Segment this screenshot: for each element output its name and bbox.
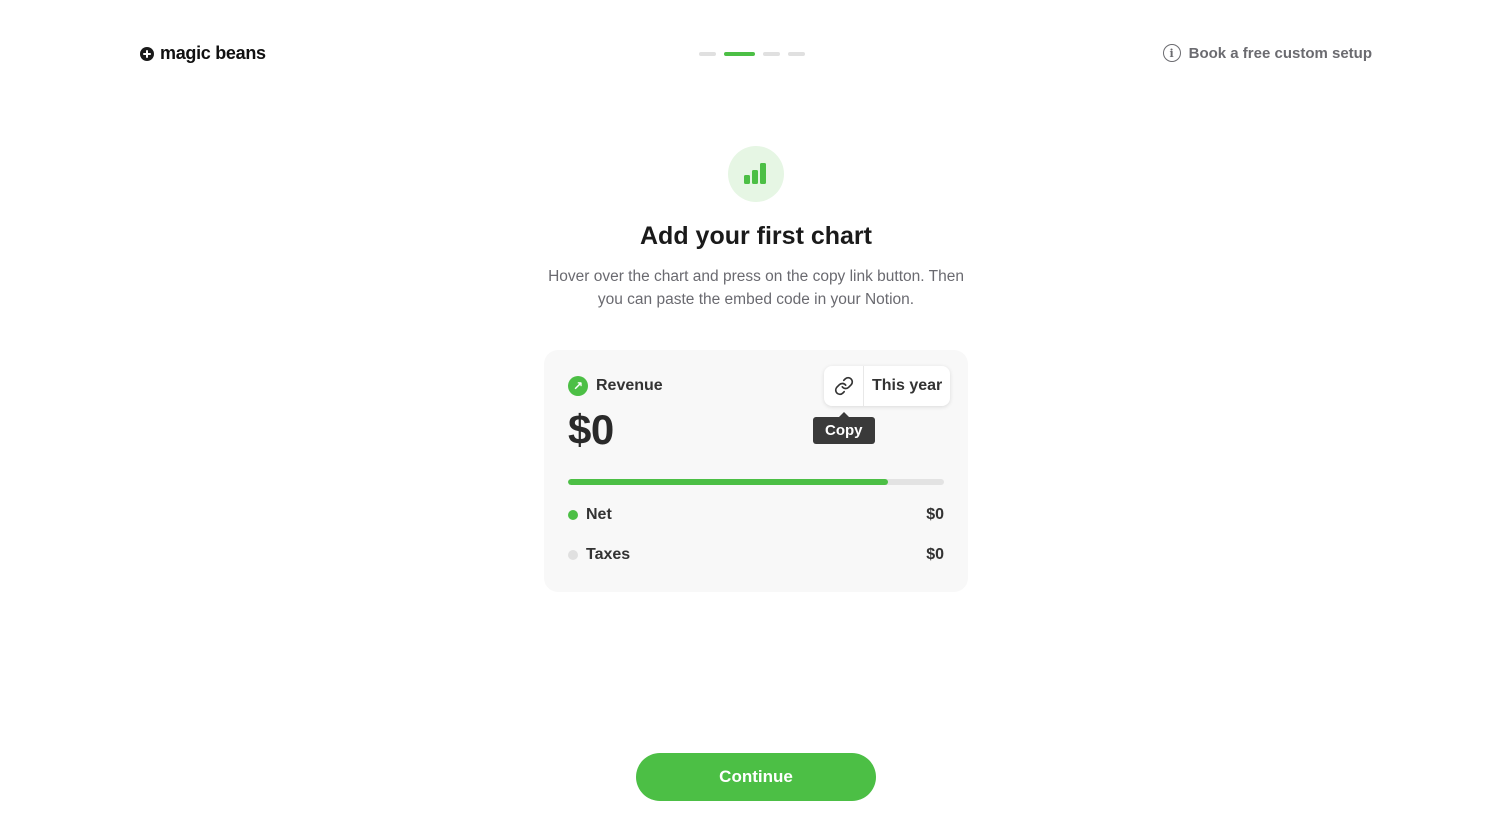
legend-row-taxes: Taxes $0	[568, 546, 944, 564]
logo-icon	[140, 46, 154, 61]
continue-button[interactable]: Continue	[636, 753, 876, 801]
legend-row-net: Net $0	[568, 506, 944, 524]
card-toolbar: This year	[824, 366, 951, 406]
copy-tooltip: Copy	[813, 412, 875, 444]
step-indicator	[699, 52, 805, 56]
legend-label-net: Net	[586, 506, 612, 523]
legend-dot-taxes	[568, 550, 578, 560]
revenue-progress-bar	[568, 479, 944, 485]
copy-link-button[interactable]	[824, 366, 864, 406]
info-icon: i	[1162, 44, 1181, 62]
card-label: Revenue	[596, 377, 663, 394]
logo-text: magic beans	[160, 43, 266, 63]
bar-chart-icon	[728, 146, 784, 202]
progress-fill	[568, 479, 888, 485]
step-1	[699, 52, 716, 56]
card-header: ↗ Revenue	[568, 376, 663, 396]
step-3	[763, 52, 780, 56]
legend-value-taxes: $0	[926, 546, 944, 563]
page-subtitle: Hover over the chart and press on the co…	[548, 268, 964, 308]
step-4	[788, 52, 805, 56]
revenue-value: $0	[568, 406, 614, 453]
link-icon	[834, 376, 853, 396]
arrow-up-right-icon: ↗	[568, 376, 588, 396]
logo[interactable]: magic beans	[140, 43, 266, 64]
step-2-active	[724, 52, 755, 56]
legend-value-net: $0	[926, 506, 944, 523]
book-setup-link[interactable]: i Book a free custom setup	[1162, 44, 1372, 62]
page-title: Add your first chart	[640, 222, 872, 250]
onboarding-page: magic beans i Book a free custom setup A…	[0, 0, 1512, 814]
revenue-chart-card[interactable]: ↗ Revenue $0 This year Copy Net $0 Taxes…	[544, 350, 968, 592]
legend-label-taxes: Taxes	[586, 546, 631, 563]
legend-dot-net	[568, 510, 578, 520]
date-range-button[interactable]: This year	[864, 366, 950, 406]
book-setup-label: Book a free custom setup	[1188, 44, 1372, 62]
